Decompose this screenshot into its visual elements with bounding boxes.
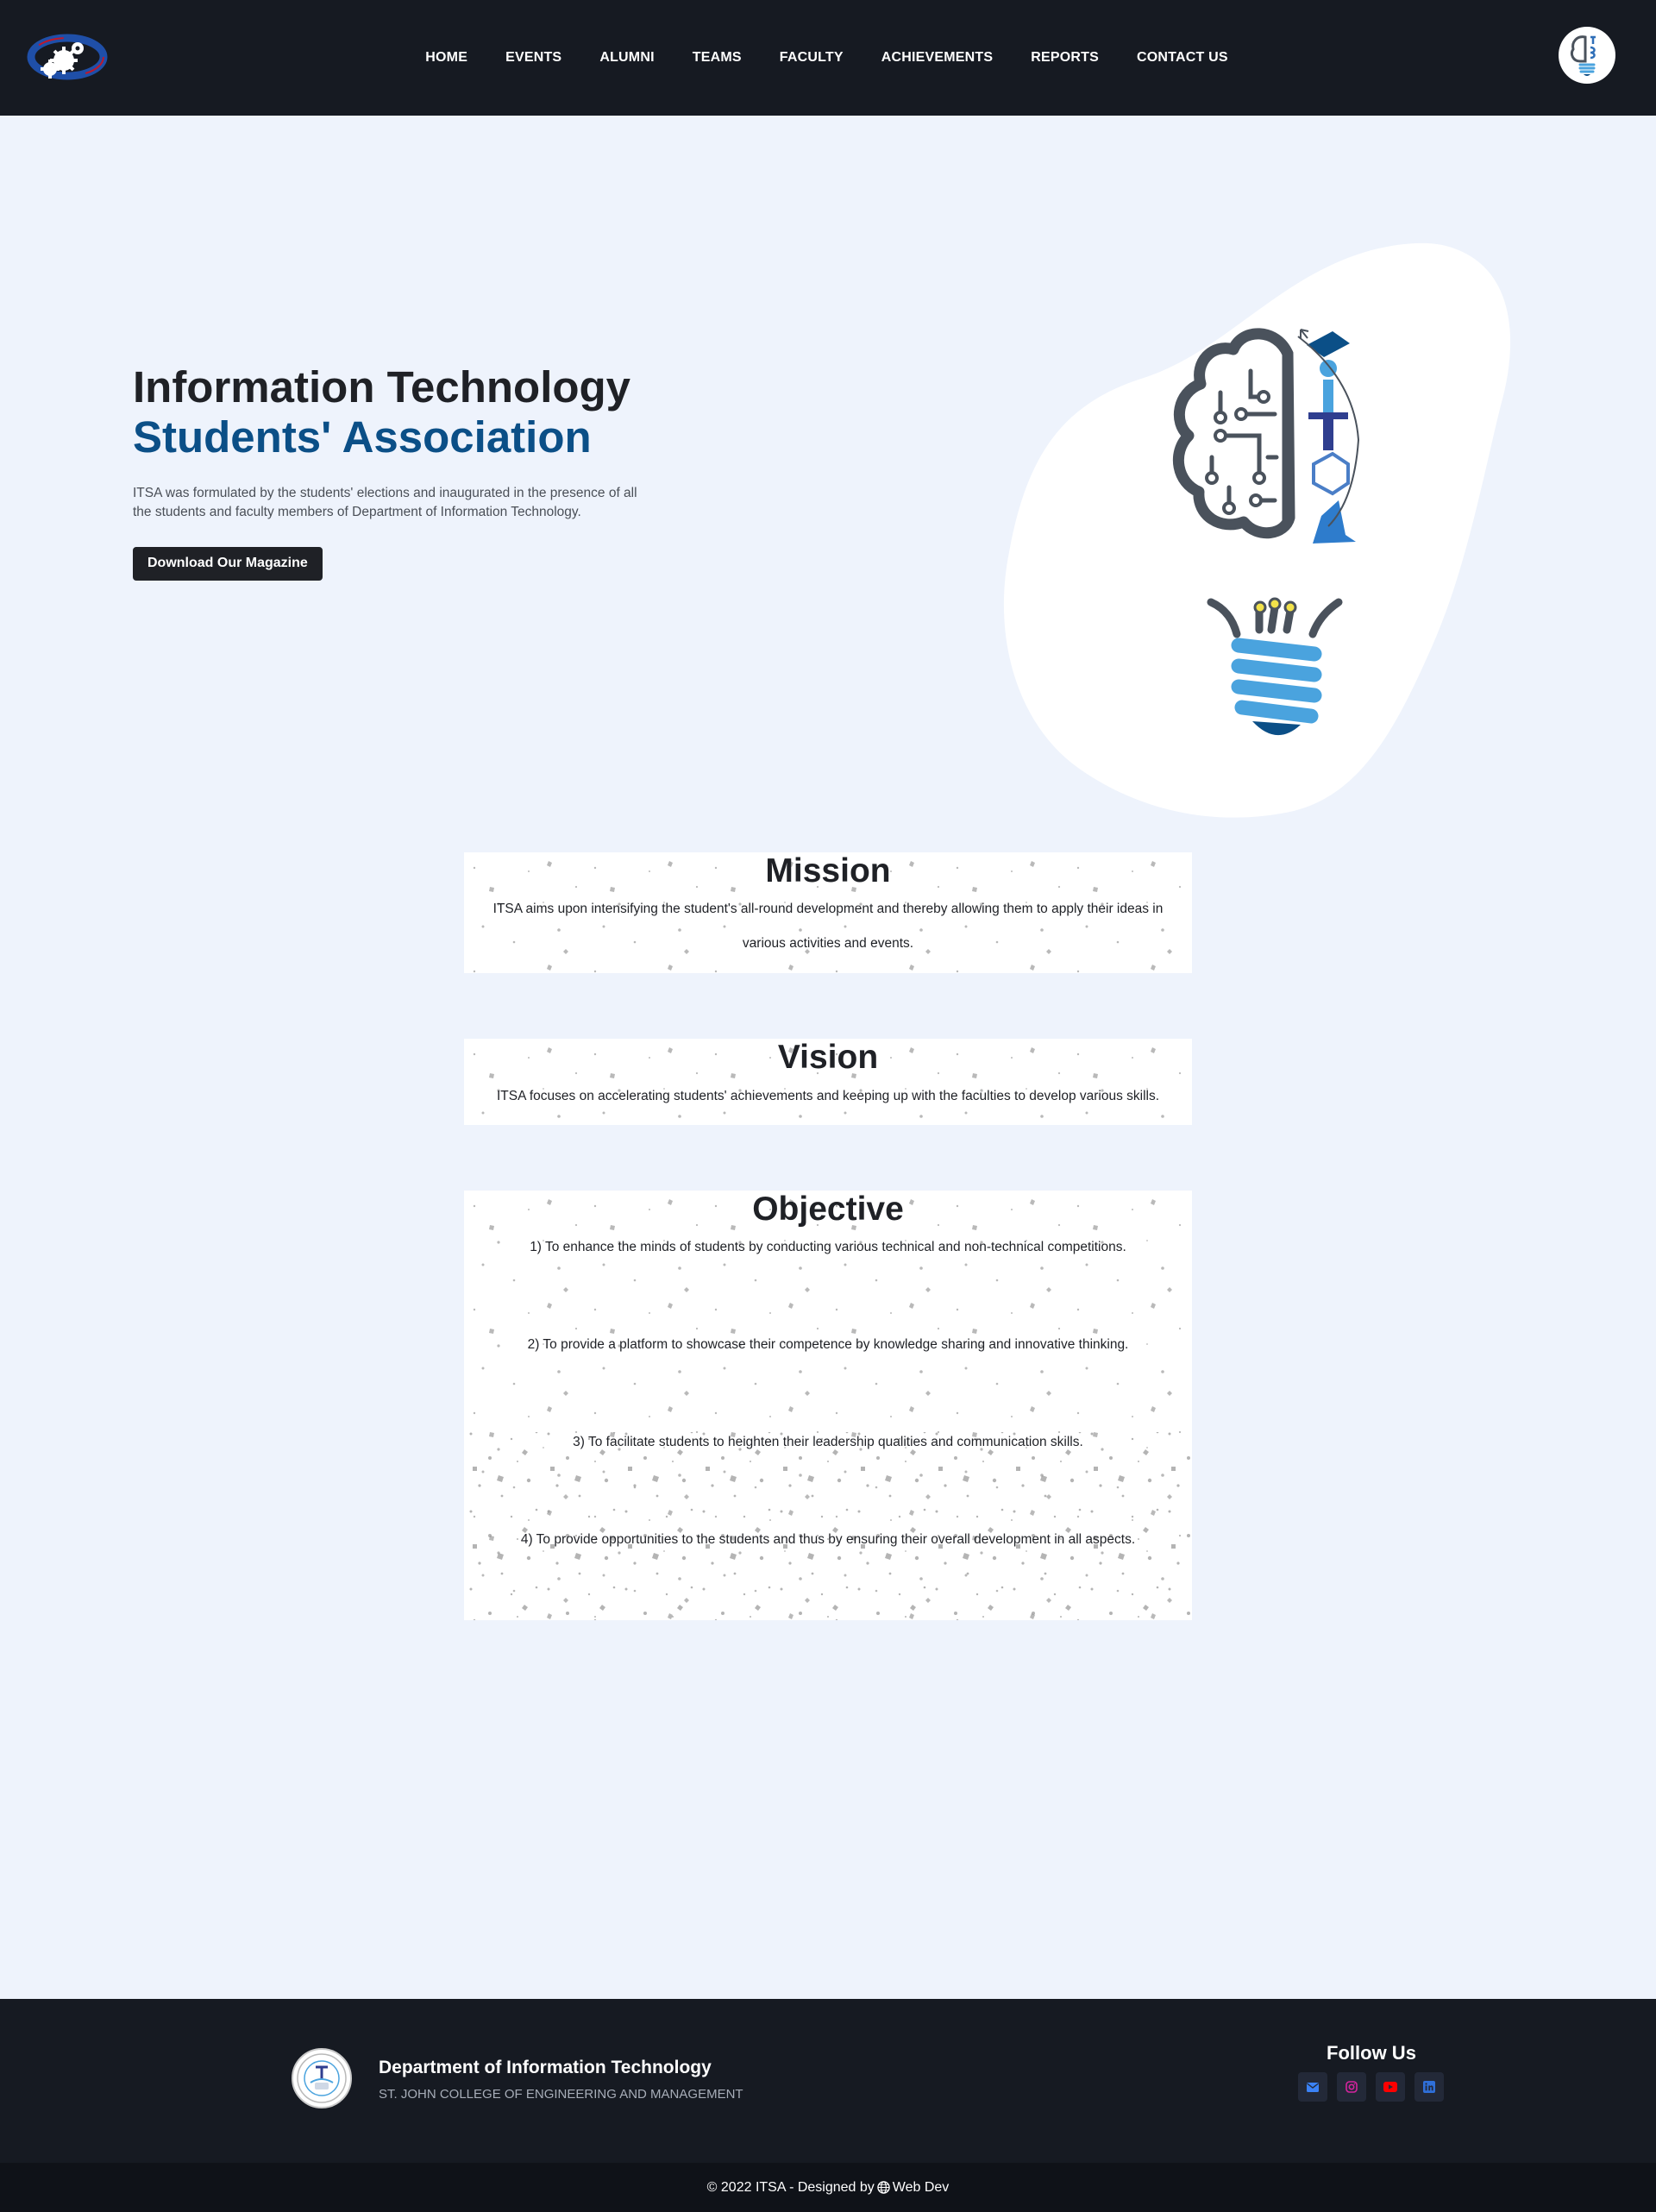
- objective-card: Objective 1) To enhance the minds of stu…: [464, 1191, 1192, 1620]
- nav-alumni[interactable]: ALUMNI: [599, 50, 654, 66]
- objective-item: 1) To enhance the minds of students by c…: [530, 1240, 1126, 1254]
- nav-contact-us[interactable]: CONTACT US: [1137, 50, 1228, 66]
- nav-events[interactable]: EVENTS: [505, 50, 561, 66]
- itsa-avatar[interactable]: [1559, 27, 1615, 84]
- nav-faculty[interactable]: FACULTY: [780, 50, 844, 66]
- youtube-icon[interactable]: [1376, 2072, 1405, 2102]
- copyright-text: © 2022 ITSA - Designed by: [706, 2179, 875, 2195]
- vision-text: ITSA focuses on accelerating students' a…: [496, 1089, 1160, 1103]
- follow-us-heading: Follow Us: [1327, 2042, 1416, 2064]
- hero-title-line2: Students' Association: [133, 412, 592, 462]
- hero-title-line1: Information Technology: [133, 362, 631, 412]
- linkedin-icon[interactable]: [1414, 2072, 1444, 2102]
- designer-link[interactable]: Web Dev: [893, 2180, 950, 2196]
- envelope-icon[interactable]: [1298, 2072, 1327, 2102]
- globe-icon: [877, 2181, 890, 2194]
- nav-teams[interactable]: TEAMS: [693, 50, 742, 66]
- mission-card: Mission ITSA aims upon intensifying the …: [464, 852, 1192, 973]
- department-seal-logo: [292, 2048, 352, 2108]
- main-nav: HOME EVENTS ALUMNI TEAMS FACULTY ACHIEVE…: [0, 0, 1656, 116]
- nav-home[interactable]: HOME: [425, 50, 467, 66]
- objective-heading: Objective: [752, 1191, 904, 1228]
- footer-college: ST. JOHN COLLEGE OF ENGINEERING AND MANA…: [379, 2087, 743, 2102]
- social-links: [1298, 2072, 1444, 2102]
- instagram-icon[interactable]: [1337, 2072, 1366, 2102]
- hero-description: ITSA was formulated by the students' ele…: [133, 486, 637, 519]
- footer: Department of Information Technology ST.…: [0, 1999, 1656, 2163]
- download-magazine-button[interactable]: Download Our Magazine: [133, 547, 323, 581]
- copyright-bar: © 2022 ITSA - Designed by Web Dev: [0, 2163, 1656, 2212]
- footer-department: Department of Information Technology: [379, 2058, 712, 2077]
- vision-heading: Vision: [777, 1039, 879, 1076]
- objective-item: 4) To provide opportunities to the stude…: [520, 1532, 1136, 1547]
- mission-text: ITSA aims upon intensifying the student'…: [492, 902, 1164, 951]
- mission-heading: Mission: [765, 852, 891, 889]
- objective-list: 1) To enhance the minds of students by c…: [464, 1239, 1192, 1549]
- hero-illustration: [1000, 242, 1518, 828]
- objective-item: 3) To facilitate students to heighten th…: [573, 1435, 1083, 1449]
- navbar: HOME EVENTS ALUMNI TEAMS FACULTY ACHIEVE…: [0, 0, 1656, 116]
- nav-achievements[interactable]: ACHIEVEMENTS: [881, 50, 994, 66]
- vision-card: Vision ITSA focuses on accelerating stud…: [464, 1039, 1192, 1125]
- nav-reports[interactable]: REPORTS: [1031, 50, 1099, 66]
- hero-section: Information Technology Students' Associa…: [133, 362, 668, 581]
- objective-item: 2) To provide a platform to showcase the…: [527, 1337, 1129, 1352]
